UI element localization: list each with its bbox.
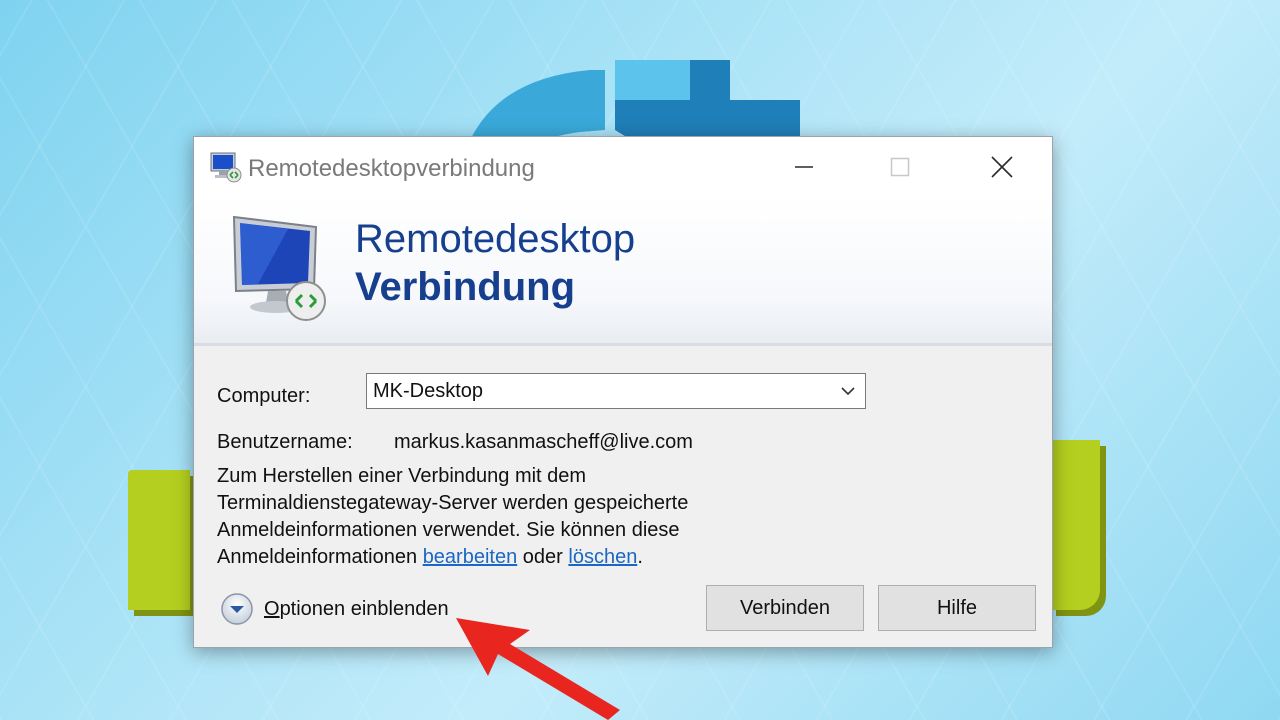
banner-title-line2: Verbindung bbox=[355, 265, 575, 309]
background-letter-left-stem bbox=[128, 470, 190, 610]
conjunction-text: oder bbox=[522, 546, 563, 568]
sentence-end: . bbox=[637, 546, 643, 568]
credentials-info: Zum Herstellen einer Verbindung mit dem … bbox=[217, 463, 777, 571]
remote-desktop-dialog: Remotedesktopverbindung Remotedesktop Ve… bbox=[193, 136, 1053, 648]
options-accesskey: O bbox=[264, 597, 280, 620]
options-label-rest: ptionen einblenden bbox=[279, 597, 449, 620]
delete-credentials-link[interactable]: löschen bbox=[568, 546, 637, 568]
background-letter-right bbox=[1050, 440, 1100, 610]
close-button[interactable] bbox=[954, 137, 1050, 197]
edit-credentials-link[interactable]: bearbeiten bbox=[423, 546, 518, 568]
chevron-down-icon[interactable] bbox=[839, 382, 857, 400]
minimize-button[interactable] bbox=[756, 137, 852, 197]
window-title: Remotedesktopverbindung bbox=[248, 155, 535, 182]
username-value: markus.kasanmascheff@live.com bbox=[394, 431, 693, 453]
remote-desktop-icon bbox=[210, 152, 242, 183]
computer-label: Computer: bbox=[217, 385, 311, 407]
title-bar[interactable]: Remotedesktopverbindung bbox=[194, 137, 1052, 197]
connect-button[interactable]: Verbinden bbox=[706, 585, 864, 631]
computer-value[interactable]: MK-Desktop bbox=[373, 380, 483, 403]
show-options-toggle[interactable]: Optionen einblenden bbox=[220, 592, 449, 626]
header-banner: Remotedesktop Verbindung bbox=[194, 197, 1052, 346]
show-options-label[interactable]: Optionen einblenden bbox=[264, 598, 449, 621]
chevron-down-circle-icon[interactable] bbox=[220, 592, 254, 626]
computer-combobox[interactable]: MK-Desktop bbox=[366, 373, 866, 409]
banner-title-line1: Remotedesktop bbox=[355, 217, 636, 261]
minimize-icon bbox=[795, 166, 813, 168]
maximize-icon bbox=[890, 157, 910, 177]
close-icon bbox=[991, 156, 1013, 178]
username-label: Benutzername: bbox=[217, 431, 353, 453]
annotation-arrow bbox=[456, 618, 620, 720]
remote-desktop-monitor-icon bbox=[232, 215, 326, 321]
maximize-button[interactable] bbox=[852, 137, 948, 197]
help-button[interactable]: Hilfe bbox=[878, 585, 1036, 631]
